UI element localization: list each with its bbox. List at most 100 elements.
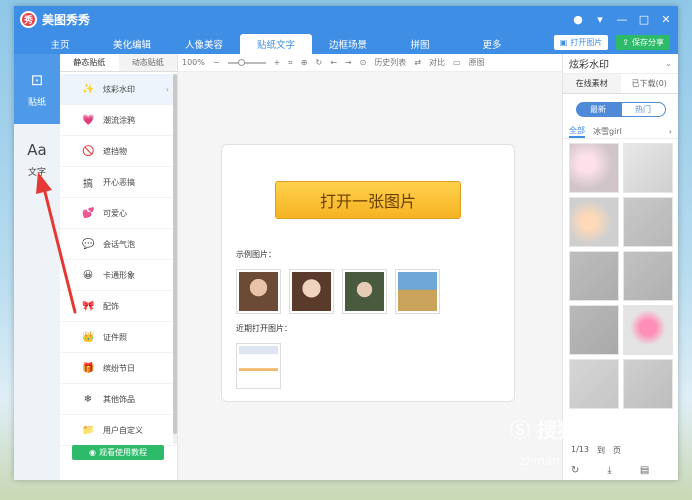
compare-label[interactable]: 对比 xyxy=(429,57,445,68)
category-icon: 💗 xyxy=(82,114,95,126)
sticker-item[interactable] xyxy=(623,305,673,355)
history-list-label[interactable]: 历史列表 xyxy=(374,57,406,68)
category-item[interactable]: 😀 卡通形象 xyxy=(60,260,177,291)
sort-newest[interactable]: 最新 xyxy=(575,102,621,117)
category-label: 配饰 xyxy=(103,301,119,311)
tab-animated-stickers[interactable]: 动态贴纸 xyxy=(118,54,177,71)
category-item[interactable]: 🎁 缤纷节日 xyxy=(60,353,177,384)
chevron-down-icon[interactable]: ⌄ xyxy=(665,59,672,68)
rail-text-label: 文字 xyxy=(27,167,46,178)
material-header[interactable]: 炫彩水印 ⌄ xyxy=(563,54,678,74)
zoom-slider[interactable] xyxy=(227,58,266,66)
sticker-item[interactable] xyxy=(623,143,673,193)
category-item[interactable]: ✨ 炫彩水印 › xyxy=(60,74,177,105)
rotate-icon[interactable]: ↻ xyxy=(316,58,323,67)
category-icon: 📁 xyxy=(82,424,95,436)
tab-sticker-text[interactable]: 贴纸文字 xyxy=(240,34,312,54)
sample-image-1[interactable] xyxy=(236,269,281,314)
zoom-knob[interactable] xyxy=(237,58,245,66)
undo-icon[interactable]: ← xyxy=(330,58,337,67)
category-item[interactable]: 🎀 配饰 xyxy=(60,291,177,322)
zoom-in-icon[interactable]: + xyxy=(274,58,281,67)
close-button[interactable]: ✕ xyxy=(660,13,672,26)
zoom-out-icon[interactable]: − xyxy=(213,58,220,67)
tab-collage[interactable]: 拼图 xyxy=(384,34,456,54)
category-icon: 🚫 xyxy=(82,145,95,157)
category-scrollbar[interactable] xyxy=(173,74,177,444)
crop-icon[interactable]: ⌗ xyxy=(288,58,293,68)
magnify-icon[interactable]: ⊕ xyxy=(301,58,308,67)
redo-icon[interactable]: → xyxy=(345,58,352,67)
history-icon[interactable]: ⊙ xyxy=(360,58,367,67)
save-share-button[interactable]: ⇪ 保存分享 xyxy=(616,35,670,50)
sticker-item[interactable] xyxy=(569,359,619,409)
sticker-item[interactable] xyxy=(569,305,619,355)
tab-more[interactable]: 更多 xyxy=(456,34,528,54)
tab-portrait[interactable]: 人像美容 xyxy=(168,34,240,54)
sticker-item[interactable] xyxy=(569,251,619,301)
recent-image-1[interactable] xyxy=(236,343,281,389)
sample-image-4[interactable] xyxy=(395,269,440,314)
rail-item-text[interactable]: Aa 文字 xyxy=(14,124,60,194)
original-icon[interactable]: ▭ xyxy=(453,58,461,67)
category-label: 用户自定义 xyxy=(103,425,143,435)
export-icon: ⇪ xyxy=(622,38,629,47)
maximize-button[interactable]: □ xyxy=(638,13,650,26)
store-icon[interactable]: ▤ xyxy=(640,465,649,476)
menu-dropdown-icon[interactable]: ▾ xyxy=(594,13,606,26)
tab-static-stickers[interactable]: 静态贴纸 xyxy=(60,54,119,71)
sample-images xyxy=(236,269,440,314)
category-icon: 💕 xyxy=(82,207,95,219)
category-icon: 👑 xyxy=(82,331,95,343)
category-label: 会话气泡 xyxy=(103,239,135,249)
sample-image-2[interactable] xyxy=(289,269,334,314)
tab-frames[interactable]: 边框场景 xyxy=(312,34,384,54)
start-card: 打开一张图片 示例图片： 近期打开图片： xyxy=(221,144,515,402)
material-subtabs: 全部 冰雪girl › xyxy=(563,125,678,139)
sample-image-3[interactable] xyxy=(342,269,387,314)
category-tabs: 静态贴纸 动态贴纸 xyxy=(60,54,177,72)
tab-online-material[interactable]: 在线素材 xyxy=(563,74,621,93)
sticker-item[interactable] xyxy=(569,197,619,247)
category-panel: 静态贴纸 动态贴纸 ✨ 炫彩水印 › 💗 潮流涂鸦 🚫 遮挡物搞开心恶搞 💕 可爱心 💬 会话气泡 😀… xyxy=(60,54,178,480)
minimize-button[interactable]: — xyxy=(616,13,628,26)
scroll-thumb[interactable] xyxy=(173,74,177,434)
compare-icon[interactable]: ⇄ xyxy=(414,58,421,67)
sticker-item[interactable] xyxy=(623,251,673,301)
tab-downloaded[interactable]: 已下载(0) xyxy=(621,74,679,93)
sticker-item[interactable] xyxy=(623,197,673,247)
category-icon: 😀 xyxy=(82,269,94,281)
category-item[interactable]: 💕 可爱心 xyxy=(60,198,177,229)
category-label: 其他饰品 xyxy=(103,394,135,404)
sticker-item[interactable] xyxy=(623,359,673,409)
tab-beautify[interactable]: 美化编辑 xyxy=(96,34,168,54)
tab-home[interactable]: 主页 xyxy=(24,34,96,54)
subtab-ice-girl[interactable]: 冰雪girl xyxy=(593,126,622,137)
category-item[interactable]: 💬 会话气泡 xyxy=(60,229,177,260)
category-icon: 🎀 xyxy=(82,300,95,312)
category-item[interactable]: 💗 潮流涂鸦 xyxy=(60,105,177,136)
image-icon: ▣ xyxy=(559,38,568,47)
message-icon[interactable]: ● xyxy=(572,13,584,26)
canvas-toolbar: 100% − + ⌗ ⊕ ↻ ← → ⊙ 历史列表 ⇄ 对比 ▭ 原图 xyxy=(178,54,562,72)
open-image-button[interactable]: ▣ 打开图片 xyxy=(553,35,609,50)
open-photo-button[interactable]: 打开一张图片 xyxy=(275,181,461,219)
original-label[interactable]: 原图 xyxy=(469,57,485,68)
eye-icon: ◉ xyxy=(89,448,96,457)
rail-sticker-label: 贴纸 xyxy=(27,97,46,108)
rail-item-sticker[interactable]: ⊡ 贴纸 xyxy=(14,54,60,124)
sticker-item[interactable] xyxy=(569,143,619,193)
watch-tutorial-button[interactable]: ◉ 观看使用教程 xyxy=(72,445,164,460)
app-title: 美图秀秀 xyxy=(42,12,91,27)
sort-popular[interactable]: 热门 xyxy=(620,102,666,117)
category-item[interactable]: 📁 用户自定义 xyxy=(60,415,177,446)
category-item[interactable]: ❄ 其他饰品 xyxy=(60,384,177,415)
category-item[interactable]: 🚫 遮挡物 xyxy=(60,136,177,167)
chevron-right-icon[interactable]: › xyxy=(669,127,672,136)
open-image-label: 打开图片 xyxy=(570,38,603,47)
subtab-all[interactable]: 全部 xyxy=(569,125,585,138)
category-label: 开心恶搞 xyxy=(103,177,135,187)
category-item[interactable]: 搞开心恶搞 xyxy=(60,167,177,198)
category-item[interactable]: 👑 证件照 xyxy=(60,322,177,353)
category-icon: 💬 xyxy=(82,238,95,250)
